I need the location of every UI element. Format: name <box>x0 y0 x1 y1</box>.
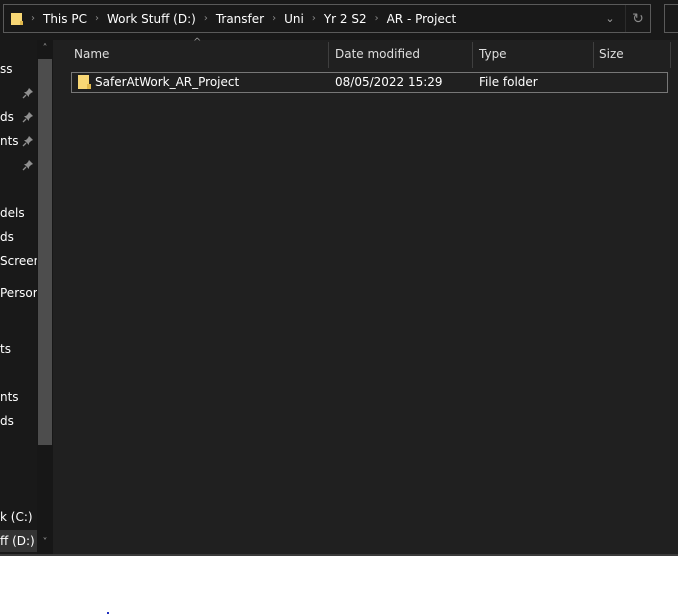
table-row[interactable]: SaferAtWork_AR_Project 08/05/2022 15:29 … <box>71 72 668 93</box>
nav-item[interactable]: ds <box>0 410 14 432</box>
file-explorer-window: › This PC › Work Stuff (D:) › Transfer ›… <box>0 0 678 554</box>
nav-item-label: ds <box>0 110 14 124</box>
chevron-right-icon[interactable]: › <box>92 13 102 24</box>
nav-item[interactable]: ss <box>0 58 13 80</box>
file-name[interactable]: SaferAtWork_AR_Project <box>95 73 239 92</box>
nav-item-label: nts <box>0 390 19 404</box>
nav-item-label: ts <box>0 342 11 356</box>
nav-item[interactable]: Persor <box>0 282 37 304</box>
navigation-pane: ss ds nts dels ds Screens Persor ts nts … <box>0 40 37 554</box>
chevron-right-icon[interactable]: › <box>269 13 279 24</box>
nav-item[interactable]: nts <box>0 130 19 152</box>
nav-item-label: k (C:) <box>0 510 33 524</box>
pin-icon[interactable] <box>22 111 34 123</box>
chevron-right-icon[interactable]: › <box>309 13 319 24</box>
nav-item-label: Persor <box>0 286 37 300</box>
breadcrumb-transfer[interactable]: Transfer <box>211 12 269 26</box>
file-type: File folder <box>479 75 538 89</box>
scrollbar-thumb[interactable] <box>38 59 52 445</box>
scroll-up-icon[interactable]: ˄ <box>37 42 53 56</box>
nav-item[interactable]: ds <box>0 226 14 248</box>
file-list: ^ Name Date modified Type Size SaferAtWo… <box>55 37 678 554</box>
column-header-date-modified[interactable]: Date modified <box>335 40 471 68</box>
column-divider[interactable] <box>670 42 671 68</box>
pin-icon[interactable] <box>22 87 34 99</box>
address-bar[interactable]: › This PC › Work Stuff (D:) › Transfer ›… <box>3 4 651 33</box>
column-header-size[interactable]: Size <box>599 40 669 68</box>
nav-item-label: nts <box>0 134 19 148</box>
nav-item-drive-d[interactable]: ff (D:) <box>0 530 37 552</box>
nav-item-label: dels <box>0 206 25 220</box>
chevron-right-icon[interactable]: › <box>28 13 38 24</box>
nav-item[interactable]: dels <box>0 202 25 224</box>
chevron-right-icon[interactable]: › <box>372 13 382 24</box>
nav-item-label: ss <box>0 62 13 76</box>
breadcrumb-yr2s2[interactable]: Yr 2 S2 <box>319 12 372 26</box>
breadcrumb-this-pc[interactable]: This PC <box>38 12 92 26</box>
refresh-icon[interactable]: ↻ <box>626 5 650 32</box>
pin-icon[interactable] <box>22 159 34 171</box>
nav-item-label: ds <box>0 230 14 244</box>
nav-item-drive-c[interactable]: k (C:) <box>0 506 33 528</box>
nav-item-label: Screens <box>0 254 37 268</box>
nav-item-label: ff (D:) <box>0 534 35 548</box>
breadcrumb-ar-project[interactable]: AR - Project <box>382 12 462 26</box>
file-date-modified: 08/05/2022 15:29 <box>335 75 443 89</box>
pin-icon[interactable] <box>22 135 34 147</box>
breadcrumb-uni[interactable]: Uni <box>279 12 309 26</box>
window-bottom-edge <box>0 554 678 556</box>
nav-item[interactable]: ds <box>0 106 14 128</box>
column-header-name[interactable]: Name <box>74 40 327 68</box>
nav-item[interactable]: Screens <box>0 250 37 272</box>
column-divider[interactable] <box>472 42 473 68</box>
scroll-down-icon[interactable]: ˅ <box>37 536 53 550</box>
breadcrumb: › This PC › Work Stuff (D:) › Transfer ›… <box>28 5 461 32</box>
folder-icon <box>11 13 23 25</box>
column-divider[interactable] <box>328 42 329 68</box>
search-input[interactable] <box>664 4 678 33</box>
nav-item-label: ds <box>0 414 14 428</box>
column-divider[interactable] <box>593 42 594 68</box>
folder-icon <box>78 75 91 89</box>
nav-item[interactable]: ts <box>0 338 11 360</box>
chevron-down-icon[interactable]: ⌄ <box>596 5 624 32</box>
nav-item[interactable]: nts <box>0 386 19 408</box>
breadcrumb-work-stuff[interactable]: Work Stuff (D:) <box>102 12 201 26</box>
nav-scrollbar[interactable]: ˄ ˅ <box>37 40 53 554</box>
column-header-type[interactable]: Type <box>479 40 593 68</box>
chevron-right-icon[interactable]: › <box>201 13 211 24</box>
